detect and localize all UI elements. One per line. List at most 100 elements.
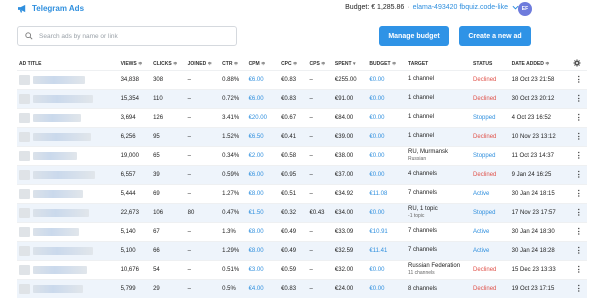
ad-title-cell[interactable]: [17, 145, 119, 165]
col-joined[interactable]: JOINED ≑: [186, 58, 221, 70]
avatar[interactable]: EF: [518, 2, 532, 16]
account-name[interactable]: elama-493420 fbquiz.code-like: [413, 4, 508, 11]
table-row[interactable]: 3,694 126–3.41% €20.00 €0.67– €84.00 €0.00 1 c…: [17, 107, 587, 127]
table-row[interactable]: 5,100 66–1.29% €8.00 €0.49– €32.59 €11.41 7 ch…: [17, 240, 587, 260]
row-menu-button[interactable]: ⋮: [570, 126, 587, 146]
col-clicks[interactable]: CLICKS ≑: [151, 58, 186, 70]
table-row[interactable]: 19,000 65–0.34% €2.00 €0.58– €38.00 €0.00 RU, …: [17, 145, 587, 165]
ad-title-cell[interactable]: [17, 278, 119, 298]
ad-title-cell[interactable]: [17, 202, 119, 222]
table-row[interactable]: 5,140 67–1.3% €8.00 €0.49– €33.09 €10.91 7 cha…: [17, 221, 587, 241]
col-spent[interactable]: SPENT ▾: [333, 58, 368, 70]
budget-cell[interactable]: €0.00: [367, 126, 407, 146]
ctr-cell: 3.41%: [220, 107, 247, 127]
cpm-cell[interactable]: €6.00: [246, 69, 280, 89]
row-menu-button[interactable]: ⋮: [570, 221, 587, 241]
col-ctr[interactable]: CTR ≑: [220, 58, 246, 70]
cpm-cell[interactable]: €6.50: [246, 126, 280, 146]
ad-title-cell[interactable]: [17, 126, 119, 146]
search-box[interactable]: [17, 26, 237, 46]
brand-logo[interactable]: Telegram Ads: [17, 4, 84, 13]
table-row[interactable]: 34,838 308–0.88% €6.00 €0.83– €255.00 €0.00 1 …: [17, 69, 587, 89]
budget-cell[interactable]: €11.08: [367, 183, 407, 203]
account-switcher[interactable]: Budget: € 1,285.86 · elama-493420 fbquiz…: [345, 4, 519, 11]
ad-title-cell[interactable]: [17, 107, 119, 127]
ad-preview[interactable]: [19, 245, 117, 256]
ad-preview[interactable]: [19, 74, 117, 85]
cpm-cell[interactable]: €8.00: [246, 240, 280, 260]
ad-preview[interactable]: [19, 112, 117, 123]
ad-title-cell[interactable]: [17, 88, 119, 108]
col-cpm[interactable]: CPM ≑: [247, 58, 280, 70]
table-row[interactable]: 5,799 29–0.5% €4.00 €0.83– €24.00 €0.00 8 chan…: [17, 278, 587, 298]
row-menu-button[interactable]: ⋮: [570, 202, 587, 222]
col-cps[interactable]: CPS ≑: [308, 58, 333, 70]
manage-budget-button[interactable]: Manage budget: [379, 26, 449, 46]
budget-cell[interactable]: €0.00: [367, 88, 407, 108]
row-menu-button[interactable]: ⋮: [570, 240, 587, 260]
budget-cell[interactable]: €10.91: [367, 221, 407, 241]
ad-title-cell[interactable]: [17, 69, 119, 89]
cpm-cell[interactable]: €6.00: [246, 164, 280, 184]
cpm-cell[interactable]: €8.00: [246, 183, 280, 203]
table-row[interactable]: 6,256 95–1.52% €6.50 €0.41– €39.00 €0.00 1 cha…: [17, 126, 587, 146]
gear-icon[interactable]: [573, 59, 581, 67]
budget-cell[interactable]: €11.41: [367, 240, 407, 260]
table-row[interactable]: 15,354 110–0.72% €6.00 €0.83– €91.00 €0.00 1 c…: [17, 88, 587, 108]
col-cpc[interactable]: CPC ≑: [279, 58, 307, 70]
col-date-added[interactable]: DATE ADDED ≑: [510, 58, 571, 70]
ad-preview[interactable]: [19, 93, 117, 104]
spent-cell: €39.00: [332, 126, 368, 146]
budget-cell[interactable]: €0.00: [367, 164, 407, 184]
settings-header-cell[interactable]: [571, 58, 587, 70]
row-menu-button[interactable]: ⋮: [570, 164, 587, 184]
clicks-cell: 106: [151, 202, 186, 222]
ad-preview[interactable]: [19, 169, 117, 180]
row-menu-button[interactable]: ⋮: [570, 259, 587, 279]
ad-preview[interactable]: [19, 150, 117, 161]
row-menu-button[interactable]: ⋮: [570, 145, 587, 165]
ad-title-cell[interactable]: [17, 221, 119, 241]
budget-cell[interactable]: €0.00: [367, 259, 407, 279]
table-row[interactable]: 22,673 106 80 0.47% €1.50 €0.32 €0.43 €34.00 €0.…: [17, 202, 587, 222]
budget-cell[interactable]: €0.00: [367, 202, 407, 222]
ad-title-cell[interactable]: [17, 183, 119, 203]
create-ad-button[interactable]: Create a new ad: [459, 26, 531, 46]
table-row[interactable]: 5,444 69–1.27% €8.00 €0.51– €34.92 €11.08 7 ch…: [17, 183, 587, 203]
budget-cell[interactable]: €0.00: [367, 145, 407, 165]
cpm-cell[interactable]: €20.00: [246, 107, 280, 127]
ad-title-cell[interactable]: [17, 164, 119, 184]
ad-preview[interactable]: [19, 226, 117, 237]
target-cell: 1 channel: [406, 107, 472, 127]
ad-title-cell[interactable]: [17, 259, 119, 279]
ad-preview[interactable]: [19, 283, 117, 294]
cpm-cell[interactable]: €6.00: [246, 88, 280, 108]
ad-preview[interactable]: [19, 264, 117, 275]
budget-cell[interactable]: €0.00: [367, 69, 407, 89]
cpm-cell[interactable]: €1.50: [246, 202, 280, 222]
budget-cell[interactable]: €0.00: [367, 107, 407, 127]
cpm-cell[interactable]: €4.00: [246, 278, 280, 298]
ad-title-cell[interactable]: [17, 240, 119, 260]
cpm-cell[interactable]: €3.00: [246, 259, 280, 279]
table-row[interactable]: 6,557 39–0.59% €6.00 €0.95– €37.00 €0.00 4 cha…: [17, 164, 587, 184]
col-budget[interactable]: BUDGET ≑: [367, 58, 406, 70]
row-menu-button[interactable]: ⋮: [570, 69, 587, 89]
ad-preview[interactable]: [19, 188, 117, 199]
col-views[interactable]: VIEWS ≑: [119, 58, 152, 70]
table-row[interactable]: 10,676 54–0.51% €3.00 €0.59– €32.00 €0.00 Russ…: [17, 259, 587, 279]
budget-cell[interactable]: €0.00: [367, 278, 407, 298]
sort-icon: ≑: [261, 60, 266, 67]
row-menu-button[interactable]: ⋮: [570, 88, 587, 108]
cps-cell: –: [307, 278, 333, 298]
toolbar: Manage budget Create a new ad: [17, 26, 583, 48]
ad-preview[interactable]: [19, 207, 117, 218]
cpm-cell[interactable]: €8.00: [246, 221, 280, 241]
col-ad-title[interactable]: AD TITLE: [17, 58, 119, 70]
row-menu-button[interactable]: ⋮: [570, 107, 587, 127]
row-menu-button[interactable]: ⋮: [570, 183, 587, 203]
ad-preview[interactable]: [19, 131, 117, 142]
row-menu-button[interactable]: ⋮: [570, 278, 587, 298]
search-input[interactable]: [39, 32, 219, 40]
cpm-cell[interactable]: €2.00: [246, 145, 280, 165]
